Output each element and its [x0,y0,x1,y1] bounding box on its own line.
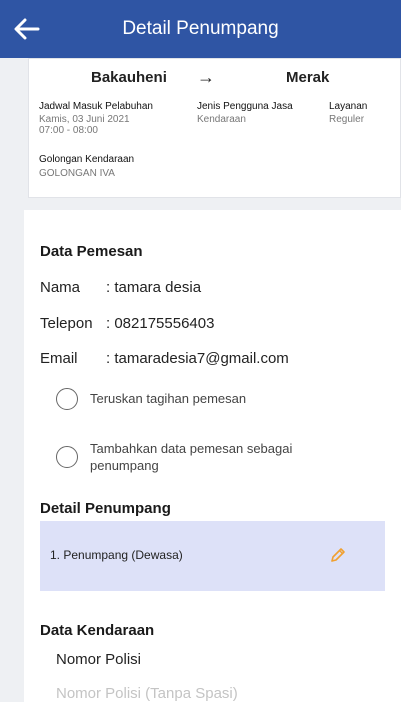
passenger-label: 1. Penumpang (Dewasa) [50,548,183,562]
service-user-label: Jenis Pengguna Jasa [197,101,293,112]
email-label: Email [40,350,78,367]
vehicle-class-label: Golongan Kendaraan [39,154,135,165]
phone-label: Telepon [40,315,93,332]
edit-passenger-button[interactable] [328,545,348,565]
route-arrow-icon: → [197,67,215,87]
back-button[interactable] [12,14,42,44]
add-as-passenger-radio[interactable] [56,446,78,468]
origin-port: Bakauheni [91,69,167,86]
forward-bill-label[interactable]: Teruskan tagihan pemesan [90,390,350,407]
vehicle-class-value: GOLONGAN IVA [39,168,115,179]
route-summary-card: Bakauheni → Merak Jadwal Masuk Pelabuhan… [28,58,401,198]
name-label: Nama [40,279,81,296]
page-title: Detail Penumpang [122,18,279,39]
name-value: : tamara desia [106,279,202,296]
add-as-passenger-label[interactable]: Tambahkan data pemesan sebagai penumpang [90,440,350,474]
schedule-time: 07:00 - 08:00 [39,125,98,136]
forward-bill-radio[interactable] [56,388,78,410]
passenger-item[interactable]: 1. Penumpang (Dewasa) [40,521,385,591]
booking-form-card: Data Pemesan Nama : tamara desia Telepon… [24,210,401,702]
destination-port: Merak [286,69,330,86]
orderer-section-title: Data Pemesan [40,243,143,260]
email-value: : tamaradesia7@gmail.com [106,350,289,367]
service-label: Layanan [329,101,368,112]
schedule-date: Kamis, 03 Juni 2021 [39,114,130,125]
app-header: Detail Penumpang [0,0,401,58]
plate-number-label: Nomor Polisi [56,651,142,668]
vehicle-section-title: Data Kendaraan [40,622,155,639]
schedule-label: Jadwal Masuk Pelabuhan [39,101,153,112]
service-value: Reguler [329,114,365,125]
pencil-icon [331,548,345,562]
plate-number-input[interactable] [56,683,376,702]
passenger-section-title: Detail Penumpang [40,500,171,517]
phone-value: : 082175556403 [106,315,215,332]
service-user-value: Kendaraan [197,114,246,125]
route-row: Bakauheni → Merak [29,67,400,91]
arrow-left-icon [14,18,40,40]
